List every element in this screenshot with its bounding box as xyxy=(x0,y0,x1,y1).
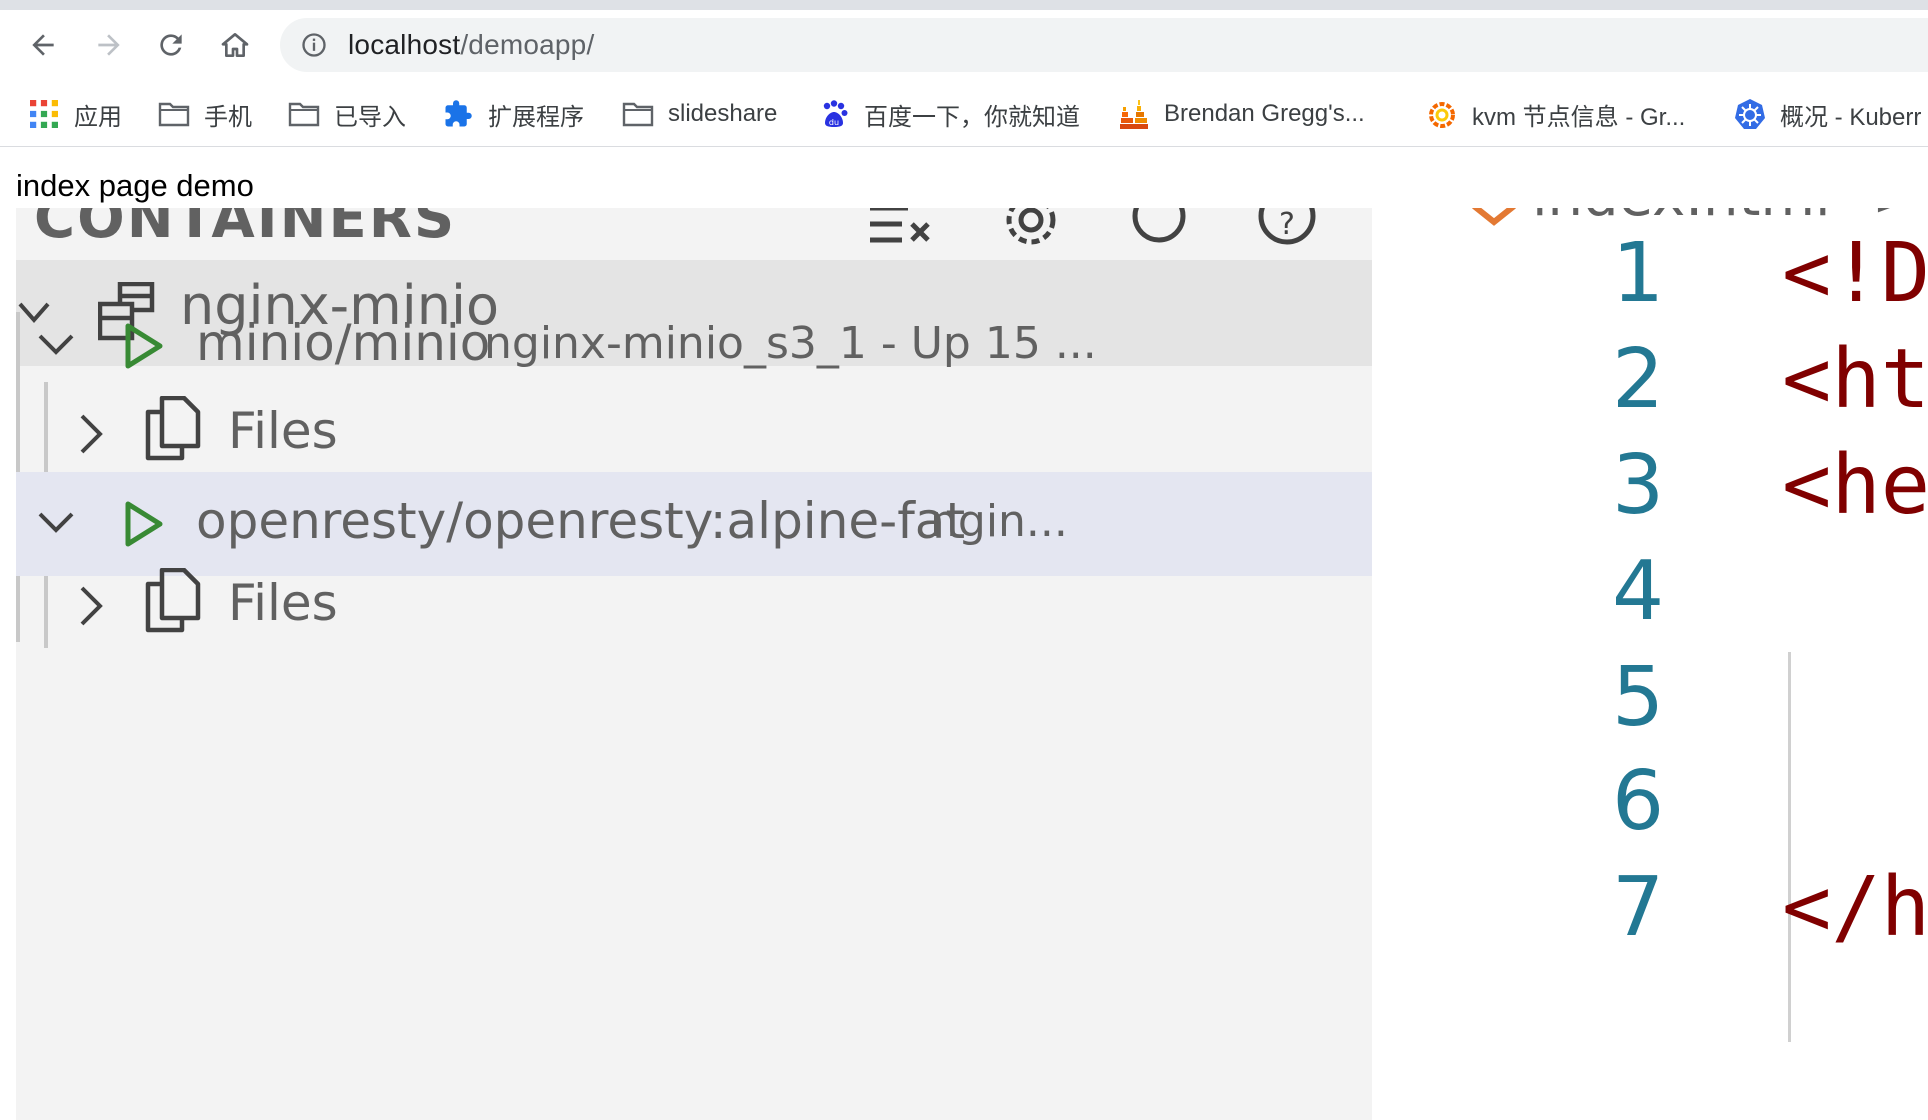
code-line[interactable]: <!D xyxy=(1782,226,1928,321)
back-button[interactable] xyxy=(22,24,64,66)
line-number: 5 xyxy=(1612,650,1665,745)
container-detail-label: ngin... xyxy=(930,496,1068,547)
chevron-down-icon[interactable] xyxy=(36,506,80,542)
container-row-minio[interactable]: minio/minio nginx-minio_s3_1 - Up 15 ... xyxy=(16,302,1372,388)
code-line[interactable]: </h xyxy=(1782,860,1928,955)
bookmark-label: slideshare xyxy=(668,100,778,127)
files-copy-icon xyxy=(145,568,201,633)
forward-arrow-icon xyxy=(98,34,120,56)
container-image-label: minio/minio xyxy=(196,314,491,372)
code-editor: index.html > 1 2 3 4 5 6 7 <!D <ht <he <… xyxy=(1372,208,1928,1120)
bookmark-label: 百度一下，你就知道 xyxy=(864,103,1080,131)
line-number: 6 xyxy=(1612,754,1665,849)
home-icon xyxy=(221,33,249,57)
files-copy-icon xyxy=(145,396,201,461)
svg-text:du: du xyxy=(829,118,839,127)
bookmark-label: 已导入 xyxy=(334,103,406,131)
url-host: localhost xyxy=(348,29,461,60)
home-button[interactable] xyxy=(214,24,256,66)
help-icon[interactable]: ? xyxy=(1252,208,1322,254)
bookmark-folder-slideshare[interactable]: slideshare xyxy=(622,96,777,132)
line-number: 3 xyxy=(1612,438,1665,533)
line-number: 7 xyxy=(1612,860,1665,955)
indent-guide xyxy=(1788,652,1791,1042)
bookmark-label: 扩展程序 xyxy=(488,103,584,131)
folder-icon xyxy=(622,98,654,130)
files-row[interactable]: Files xyxy=(16,388,1372,474)
forward-button[interactable] xyxy=(88,24,130,66)
baidu-paw-icon: du xyxy=(818,98,850,130)
chevron-down-icon[interactable] xyxy=(36,328,80,364)
line-number: 2 xyxy=(1612,332,1665,427)
bookmark-label: kvm 节点信息 - Gr... xyxy=(1472,103,1686,131)
bookmarks-bar: 应用 手机 已导入 扩展程序 slideshare du 百度一下，你就知道 B… xyxy=(0,84,1928,147)
chevron-right-icon[interactable] xyxy=(74,412,110,456)
bookmark-kubernetes[interactable]: 概况 - Kuberr xyxy=(1734,96,1921,132)
kubernetes-icon xyxy=(1734,98,1766,130)
code-line[interactable]: <he xyxy=(1782,438,1928,533)
browser-toolbar: localhost/demoapp/ xyxy=(0,10,1928,80)
refresh-icon[interactable] xyxy=(1124,208,1194,254)
files-label: Files xyxy=(228,402,338,460)
container-image-label: openresty/openresty:alpine-fat xyxy=(196,492,966,550)
line-number: 1 xyxy=(1612,226,1665,321)
url-path: /demoapp/ xyxy=(460,29,595,60)
bookmark-grafana[interactable]: kvm 节点信息 - Gr... xyxy=(1426,96,1685,132)
bookmark-extensions[interactable]: 扩展程序 xyxy=(442,96,584,132)
bookmark-label: Brendan Gregg's... xyxy=(1164,100,1365,127)
puzzle-icon xyxy=(442,98,474,130)
bookmark-label: 手机 xyxy=(204,103,252,131)
bookmark-label: 概况 - Kuberr xyxy=(1780,103,1922,131)
browser-tab-strip xyxy=(0,0,1928,10)
back-arrow-icon xyxy=(32,34,54,56)
chevron-right-icon[interactable] xyxy=(74,584,110,628)
line-number: 4 xyxy=(1612,544,1665,639)
panel-title: CONTAINERS xyxy=(34,208,457,251)
bookmark-brendan-gregg[interactable]: Brendan Gregg's... xyxy=(1118,96,1365,132)
files-label: Files xyxy=(228,574,338,632)
clear-filter-icon[interactable] xyxy=(866,208,936,254)
files-row[interactable]: Files xyxy=(16,558,1372,644)
reload-button[interactable] xyxy=(150,24,192,66)
url-text[interactable]: localhost/demoapp/ xyxy=(348,29,594,61)
containers-panel: CONTAINERS ? nginx-minio minio/minio ngi… xyxy=(16,208,1372,1120)
bookmark-apps[interactable]: 应用 xyxy=(28,96,122,132)
html-file-icon xyxy=(1472,208,1516,226)
bookmark-folder-imported[interactable]: 已导入 xyxy=(288,96,406,132)
grafana-icon xyxy=(1426,98,1458,130)
bookmark-label: 应用 xyxy=(74,103,122,131)
reload-icon xyxy=(160,34,182,56)
site-info-icon[interactable] xyxy=(300,31,328,59)
running-play-icon xyxy=(125,501,163,547)
bookmark-baidu[interactable]: du 百度一下，你就知道 xyxy=(818,96,1080,132)
folder-icon xyxy=(158,98,190,130)
svg-text:?: ? xyxy=(1279,208,1295,242)
page-heading: index page demo xyxy=(16,168,254,203)
code-line[interactable]: <ht xyxy=(1782,332,1928,427)
bookmark-folder-phone[interactable]: 手机 xyxy=(158,96,252,132)
embedded-screenshot: CONTAINERS ? nginx-minio minio/minio ngi… xyxy=(0,208,1928,1120)
folder-icon xyxy=(288,98,320,130)
apps-grid-icon xyxy=(28,98,60,130)
panel-header: CONTAINERS ? xyxy=(16,208,1372,266)
flame-graph-icon xyxy=(1118,98,1150,130)
address-bar[interactable]: localhost/demoapp/ xyxy=(280,18,1928,72)
settings-gear-icon[interactable] xyxy=(996,208,1066,254)
running-play-icon xyxy=(125,323,163,369)
container-detail-label: nginx-minio_s3_1 - Up 15 ... xyxy=(484,318,1097,369)
